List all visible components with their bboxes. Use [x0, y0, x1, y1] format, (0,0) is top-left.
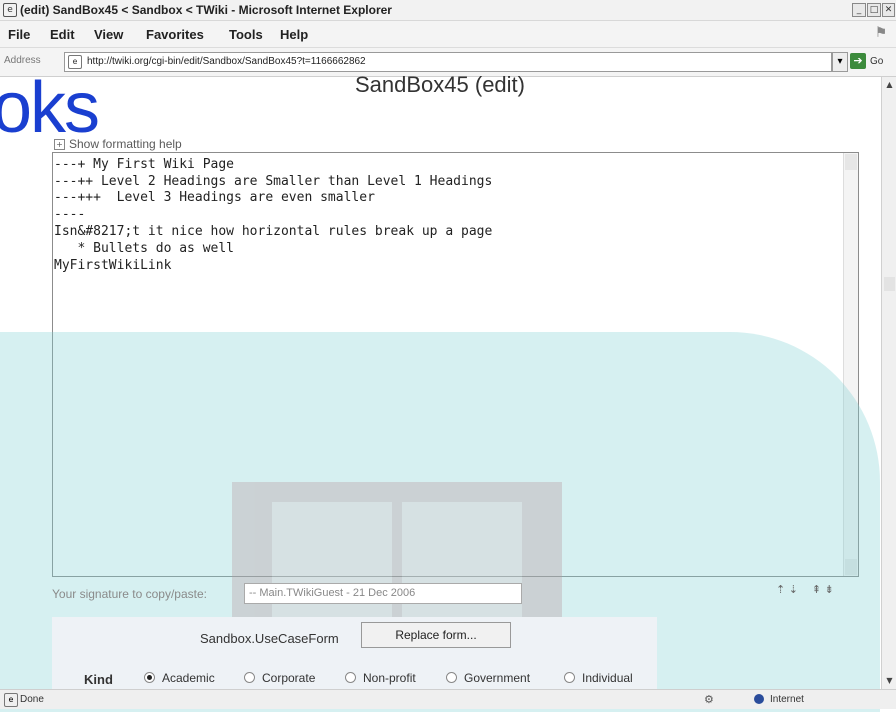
menu-file[interactable]: File — [8, 27, 30, 42]
menu-help[interactable]: Help — [280, 27, 308, 42]
watermark-text: oks — [0, 68, 100, 148]
go-button[interactable]: Go — [870, 56, 883, 67]
radio-icon[interactable] — [446, 672, 457, 683]
radio-label: Individual — [582, 671, 633, 685]
kind-radio-corporate[interactable]: Corporate — [244, 671, 315, 685]
editor-line: ---+++ Level 3 Headings are even smaller — [54, 190, 375, 205]
address-field[interactable]: e http://twiki.org/cgi-bin/edit/Sandbox/… — [64, 52, 832, 72]
scroll-down-icon[interactable]: ▼ — [884, 675, 895, 687]
form-name: Sandbox.UseCaseForm — [200, 631, 339, 646]
status-bar: e Done ⚙ Internet — [0, 689, 896, 709]
editor-line: ---++ Level 2 Headings are Smaller than … — [54, 174, 493, 189]
radio-label: Non-profit — [363, 671, 416, 685]
windows-logo-icon: ⚑ — [874, 25, 888, 41]
radio-icon[interactable] — [564, 672, 575, 683]
ie-icon: e — [3, 3, 17, 17]
editor-line: ---+ My First Wiki Page — [54, 157, 235, 172]
scroll-up-icon[interactable]: ▲ — [884, 79, 895, 91]
security-icon: ⚙ — [704, 693, 714, 706]
security-zone: Internet — [770, 694, 804, 705]
signature-label: Your signature to copy/paste: — [52, 587, 207, 601]
page-icon: e — [68, 55, 82, 69]
go-arrow-icon[interactable]: ➔ — [850, 53, 866, 69]
address-dropdown-icon[interactable]: ▾ — [832, 52, 848, 72]
signature-value: -- Main.TWikiGuest - 21 Dec 2006 — [249, 587, 416, 599]
kind-radio-nonprofit[interactable]: Non-profit — [345, 671, 416, 685]
menu-tools[interactable]: Tools — [229, 27, 263, 42]
kind-label: Kind — [84, 672, 113, 687]
page-icon: e — [4, 693, 18, 707]
signature-field[interactable]: -- Main.TWikiGuest - 21 Dec 2006 — [244, 583, 522, 604]
radio-icon[interactable] — [244, 672, 255, 683]
window-title: (edit) SandBox45 < Sandbox < TWiki - Mic… — [20, 3, 392, 17]
editor-line: Isn&#8217;t it nice how horizontal rules… — [54, 224, 493, 239]
editor-line: MyFirstWikiLink — [54, 258, 172, 273]
menu-edit[interactable]: Edit — [50, 27, 75, 42]
replace-form-button[interactable]: Replace form... — [361, 622, 511, 648]
kind-radio-individual[interactable]: Individual — [564, 671, 633, 685]
editor-resize-controls[interactable]: ⇡ ⇣ ⇞ ⇟ — [776, 583, 834, 596]
maximize-icon[interactable]: □ — [867, 3, 881, 17]
close-icon[interactable]: ✕ — [882, 3, 895, 17]
menu-bar: File Edit View Favorites Tools Help ⚑ — [0, 21, 896, 48]
status-text: Done — [20, 694, 44, 705]
kind-radio-government[interactable]: Government — [446, 671, 530, 685]
page-scrollbar[interactable]: ▲ ▼ — [881, 77, 896, 689]
kind-radio-academic[interactable]: Academic — [144, 671, 215, 685]
radio-selected-icon[interactable] — [144, 672, 155, 683]
editor-line: ---- — [54, 207, 86, 222]
menu-favorites[interactable]: Favorites — [146, 27, 204, 42]
globe-icon — [754, 694, 764, 704]
address-url[interactable]: http://twiki.org/cgi-bin/edit/Sandbox/Sa… — [87, 56, 366, 67]
radio-icon[interactable] — [345, 672, 356, 683]
minimize-icon[interactable]: _ — [852, 3, 866, 17]
menu-view[interactable]: View — [94, 27, 123, 42]
address-label: Address — [4, 55, 41, 66]
radio-label: Corporate — [262, 671, 316, 685]
page-title: SandBox45 (edit) — [355, 72, 525, 97]
editor-line: * Bullets do as well — [54, 241, 235, 256]
window-title-bar: e (edit) SandBox45 < Sandbox < TWiki - M… — [0, 0, 896, 21]
radio-label: Academic — [162, 671, 215, 685]
radio-label: Government — [464, 671, 531, 685]
